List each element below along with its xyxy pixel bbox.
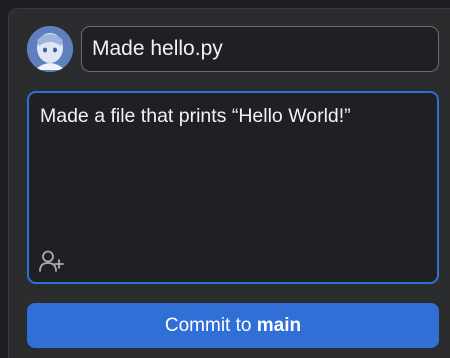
commit-button[interactable]: Commit to main bbox=[27, 303, 439, 348]
commit-button-branch: main bbox=[256, 315, 302, 336]
commit-description-textarea[interactable]: Made a file that prints “Hello World!” bbox=[27, 91, 439, 284]
commit-description-text: Made a file that prints “Hello World!” bbox=[40, 105, 351, 127]
avatar-image bbox=[27, 26, 73, 72]
commit-button-prefix: Commit to bbox=[164, 315, 257, 336]
commit-summary-input[interactable]: Made hello.py bbox=[81, 26, 439, 72]
avatar[interactable] bbox=[27, 26, 73, 72]
add-coauthor-icon[interactable] bbox=[39, 250, 65, 272]
